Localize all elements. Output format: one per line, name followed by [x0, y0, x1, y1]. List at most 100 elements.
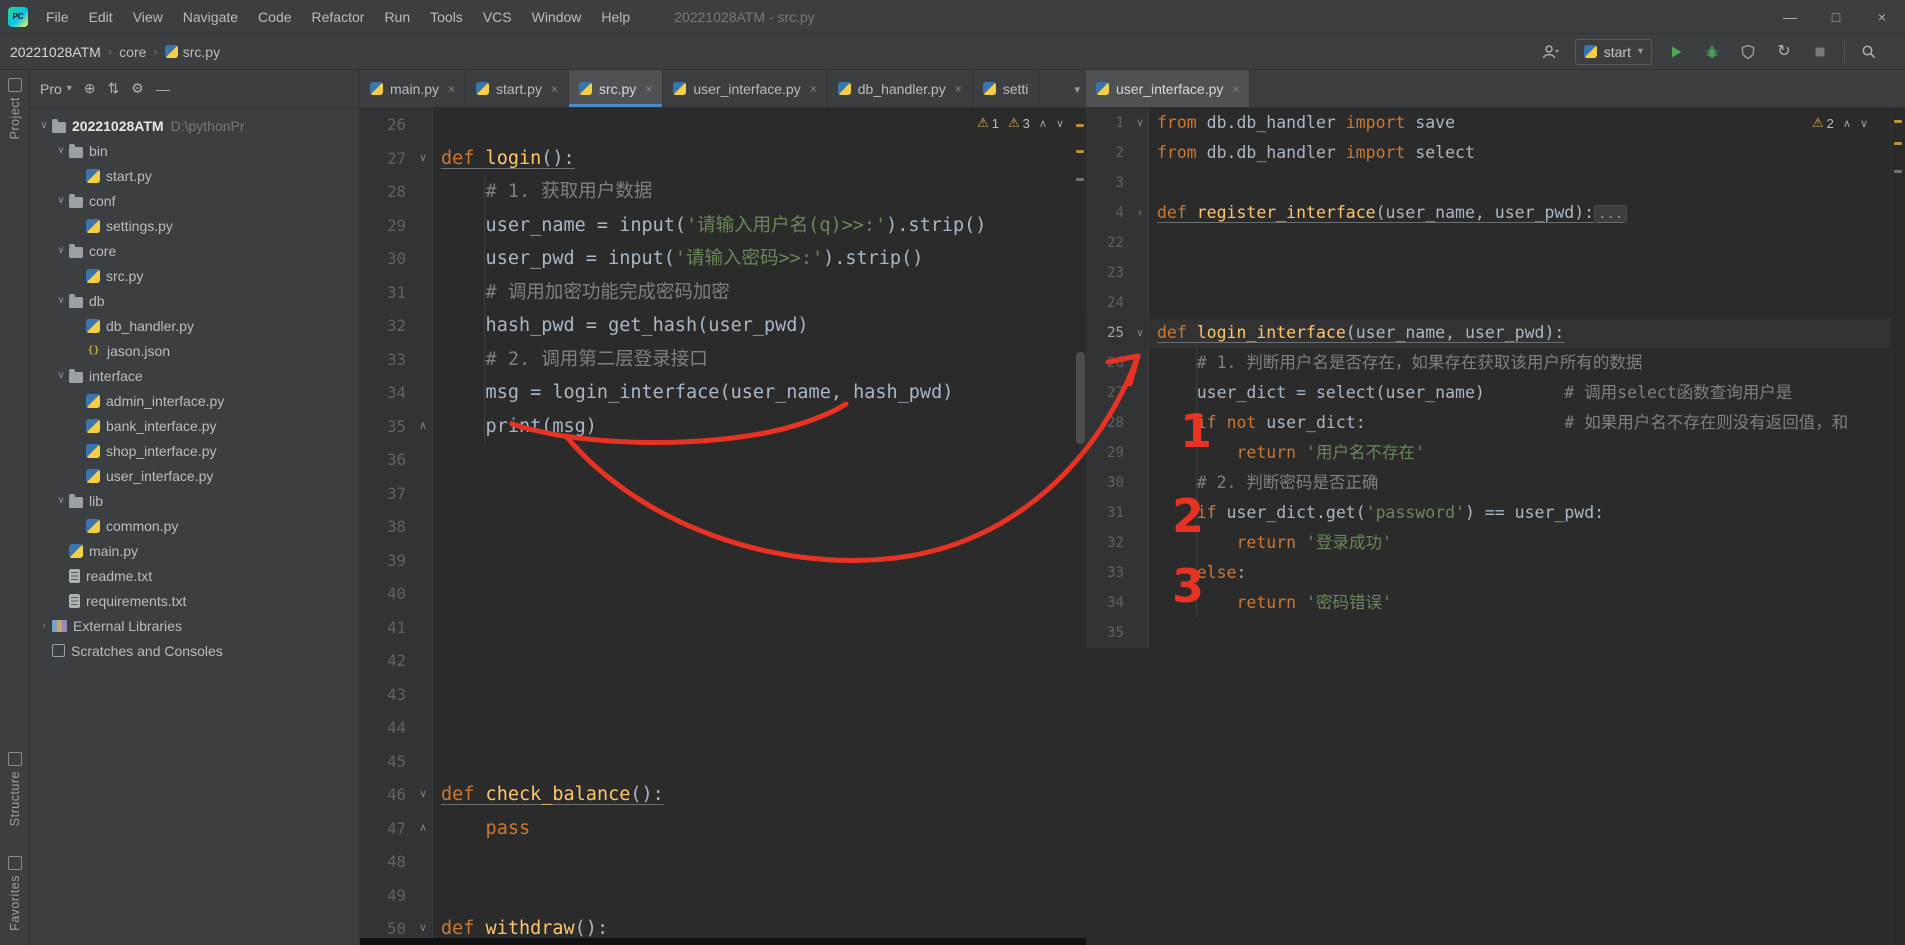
code-line[interactable]: 47 ∧ pass — [360, 811, 1086, 846]
code-line[interactable]: 29 user_name = input('请输入用户名(q)>>:').str… — [360, 208, 1086, 242]
run-with-coverage-button[interactable] — [1736, 40, 1760, 64]
stop-button[interactable] — [1808, 40, 1832, 64]
gutter[interactable]: 27 — [1086, 378, 1149, 408]
menu-file[interactable]: File — [36, 0, 79, 34]
user-account-button[interactable] — [1539, 40, 1563, 64]
gutter[interactable]: 35 ∧ — [360, 409, 433, 444]
code-line[interactable]: 38 — [360, 510, 1086, 544]
gutter[interactable]: 32 — [1086, 528, 1149, 558]
tree-item-conf[interactable]: ∨ conf — [30, 188, 359, 213]
code-line[interactable]: 2 from db.db_handler import select — [1086, 138, 1890, 168]
run-button[interactable] — [1664, 40, 1688, 64]
code-line[interactable]: 34 msg = login_interface(user_name, hash… — [360, 376, 1086, 410]
menu-run[interactable]: Run — [374, 0, 420, 34]
gutter[interactable]: 43 — [360, 677, 433, 711]
menu-tools[interactable]: Tools — [420, 0, 473, 34]
tree-item-scratches-and-consoles[interactable]: Scratches and Consoles — [30, 638, 359, 663]
gutter[interactable]: 35 — [1086, 618, 1149, 648]
code-line[interactable]: 41 — [360, 610, 1086, 644]
code-line[interactable]: 28 # 1. 获取用户数据 — [360, 175, 1086, 209]
settings-gear-icon[interactable]: ⚙ — [131, 80, 144, 97]
previous-problem-button[interactable]: ∧ — [1843, 117, 1851, 130]
code-line[interactable]: 22 — [1086, 228, 1890, 258]
gutter[interactable]: 46 ∨ — [360, 778, 433, 812]
tree-item-jason-json[interactable]: {} jason.json — [30, 338, 359, 363]
code-line[interactable]: 23 — [1086, 258, 1890, 288]
fold-marker-icon[interactable]: ∨ — [1132, 318, 1148, 348]
gutter[interactable]: 45 — [360, 744, 433, 778]
code-line[interactable]: 39 — [360, 543, 1086, 577]
menu-view[interactable]: View — [123, 0, 173, 34]
code-line[interactable]: 48 — [360, 845, 1086, 879]
tab-start-py[interactable]: start.py × — [466, 70, 569, 107]
code-line[interactable]: 49 — [360, 878, 1086, 912]
code-line[interactable]: 35 ∧ print(msg) — [360, 409, 1086, 444]
tree-item-readme-txt[interactable]: readme.txt — [30, 563, 359, 588]
tree-item-common-py[interactable]: common.py — [30, 513, 359, 538]
next-problem-button[interactable]: ∨ — [1860, 117, 1868, 130]
tree-item-settings-py[interactable]: settings.py — [30, 213, 359, 238]
code-line[interactable]: 43 — [360, 677, 1086, 711]
fold-marker-icon[interactable]: ∧ — [414, 812, 432, 846]
gutter[interactable]: 27 ∨ — [360, 141, 433, 175]
tree-item-lib[interactable]: ∨ lib — [30, 488, 359, 513]
gutter[interactable]: 1 ∨ — [1086, 108, 1149, 138]
tree-item-bin[interactable]: ∨ bin — [30, 138, 359, 163]
tree-item-external-libraries[interactable]: › External Libraries — [30, 613, 359, 638]
gutter[interactable]: 26 — [1086, 348, 1149, 378]
breadcrumb-item[interactable]: src.py — [183, 44, 220, 60]
fold-marker-icon[interactable]: ∨ — [1132, 108, 1148, 138]
gutter[interactable]: 34 — [1086, 588, 1149, 618]
code-line[interactable]: 29 return '用户名不存在' — [1086, 438, 1890, 468]
tree-chevron-icon[interactable]: ∨ — [53, 295, 69, 306]
gutter[interactable]: 38 — [360, 510, 433, 544]
hide-panel-icon[interactable]: — — [156, 81, 170, 97]
code-line[interactable]: 44 — [360, 711, 1086, 745]
breadcrumb-item[interactable]: 20221028ATM — [10, 44, 101, 60]
tree-item-start-py[interactable]: start.py — [30, 163, 359, 188]
close-tab-icon[interactable]: × — [551, 82, 558, 96]
tree-chevron-icon[interactable]: ∨ — [53, 145, 69, 156]
gutter[interactable]: 34 — [360, 376, 433, 410]
gutter[interactable]: 47 ∧ — [360, 811, 433, 846]
tool-window-favorites-button[interactable]: Favorites — [7, 848, 22, 939]
inspection-warning[interactable]: ⚠ 2 — [1812, 115, 1834, 131]
tab-db_handler-py[interactable]: db_handler.py × — [828, 70, 973, 107]
code-line[interactable]: 1 ∨ from db.db_handler import save — [1086, 108, 1890, 138]
gutter[interactable]: 39 — [360, 543, 433, 577]
tab-src-py[interactable]: src.py × — [568, 70, 664, 107]
code-line[interactable]: 37 — [360, 476, 1086, 510]
tree-item-main-py[interactable]: main.py — [30, 538, 359, 563]
tab-main-py[interactable]: main.py × — [360, 70, 467, 107]
code-line[interactable]: 3 — [1086, 168, 1890, 198]
code-line[interactable]: 25 ∨ def login_interface(user_name, user_p… — [1086, 318, 1890, 348]
close-tab-icon[interactable]: × — [810, 82, 817, 96]
gutter[interactable]: 26 — [360, 108, 433, 142]
tool-window-project-button[interactable]: Project — [7, 70, 22, 147]
code-line[interactable]: 27 ∨ def login(): — [360, 141, 1086, 175]
gutter[interactable]: 37 — [360, 476, 433, 510]
close-tab-icon[interactable]: × — [1232, 82, 1239, 96]
code-line[interactable]: 4 › def register_interface(user_name, user… — [1086, 198, 1890, 228]
gutter[interactable]: 33 — [360, 342, 433, 376]
gutter[interactable]: 41 — [360, 610, 433, 644]
gutter[interactable]: 31 — [1086, 498, 1149, 528]
gutter[interactable]: 30 — [1086, 468, 1149, 498]
tree-item-src-py[interactable]: src.py — [30, 263, 359, 288]
fold-marker-icon[interactable]: ∧ — [414, 410, 432, 444]
gutter[interactable]: 32 — [360, 309, 433, 343]
gutter[interactable]: 42 — [360, 644, 433, 678]
code-line[interactable]: 33 # 2. 调用第二层登录接口 — [360, 342, 1086, 376]
gutter[interactable]: 30 — [360, 242, 433, 276]
tree-chevron-icon[interactable]: ∨ — [53, 195, 69, 206]
gutter[interactable]: 31 — [360, 275, 433, 309]
tab-user_interface-py[interactable]: user_interface.py × — [1086, 70, 1251, 107]
close-tab-icon[interactable]: × — [448, 82, 455, 96]
tree-item-core[interactable]: ∨ core — [30, 238, 359, 263]
tree-item-admin_interface-py[interactable]: admin_interface.py — [30, 388, 359, 413]
tree-item-20221028atm[interactable]: ∨ 20221028ATM D:\pythonPr — [30, 113, 359, 138]
tree-chevron-icon[interactable]: ∨ — [53, 370, 69, 381]
debug-button[interactable] — [1700, 40, 1724, 64]
code-line[interactable]: 40 — [360, 577, 1086, 611]
tree-chevron-icon[interactable]: ∨ — [53, 245, 69, 256]
